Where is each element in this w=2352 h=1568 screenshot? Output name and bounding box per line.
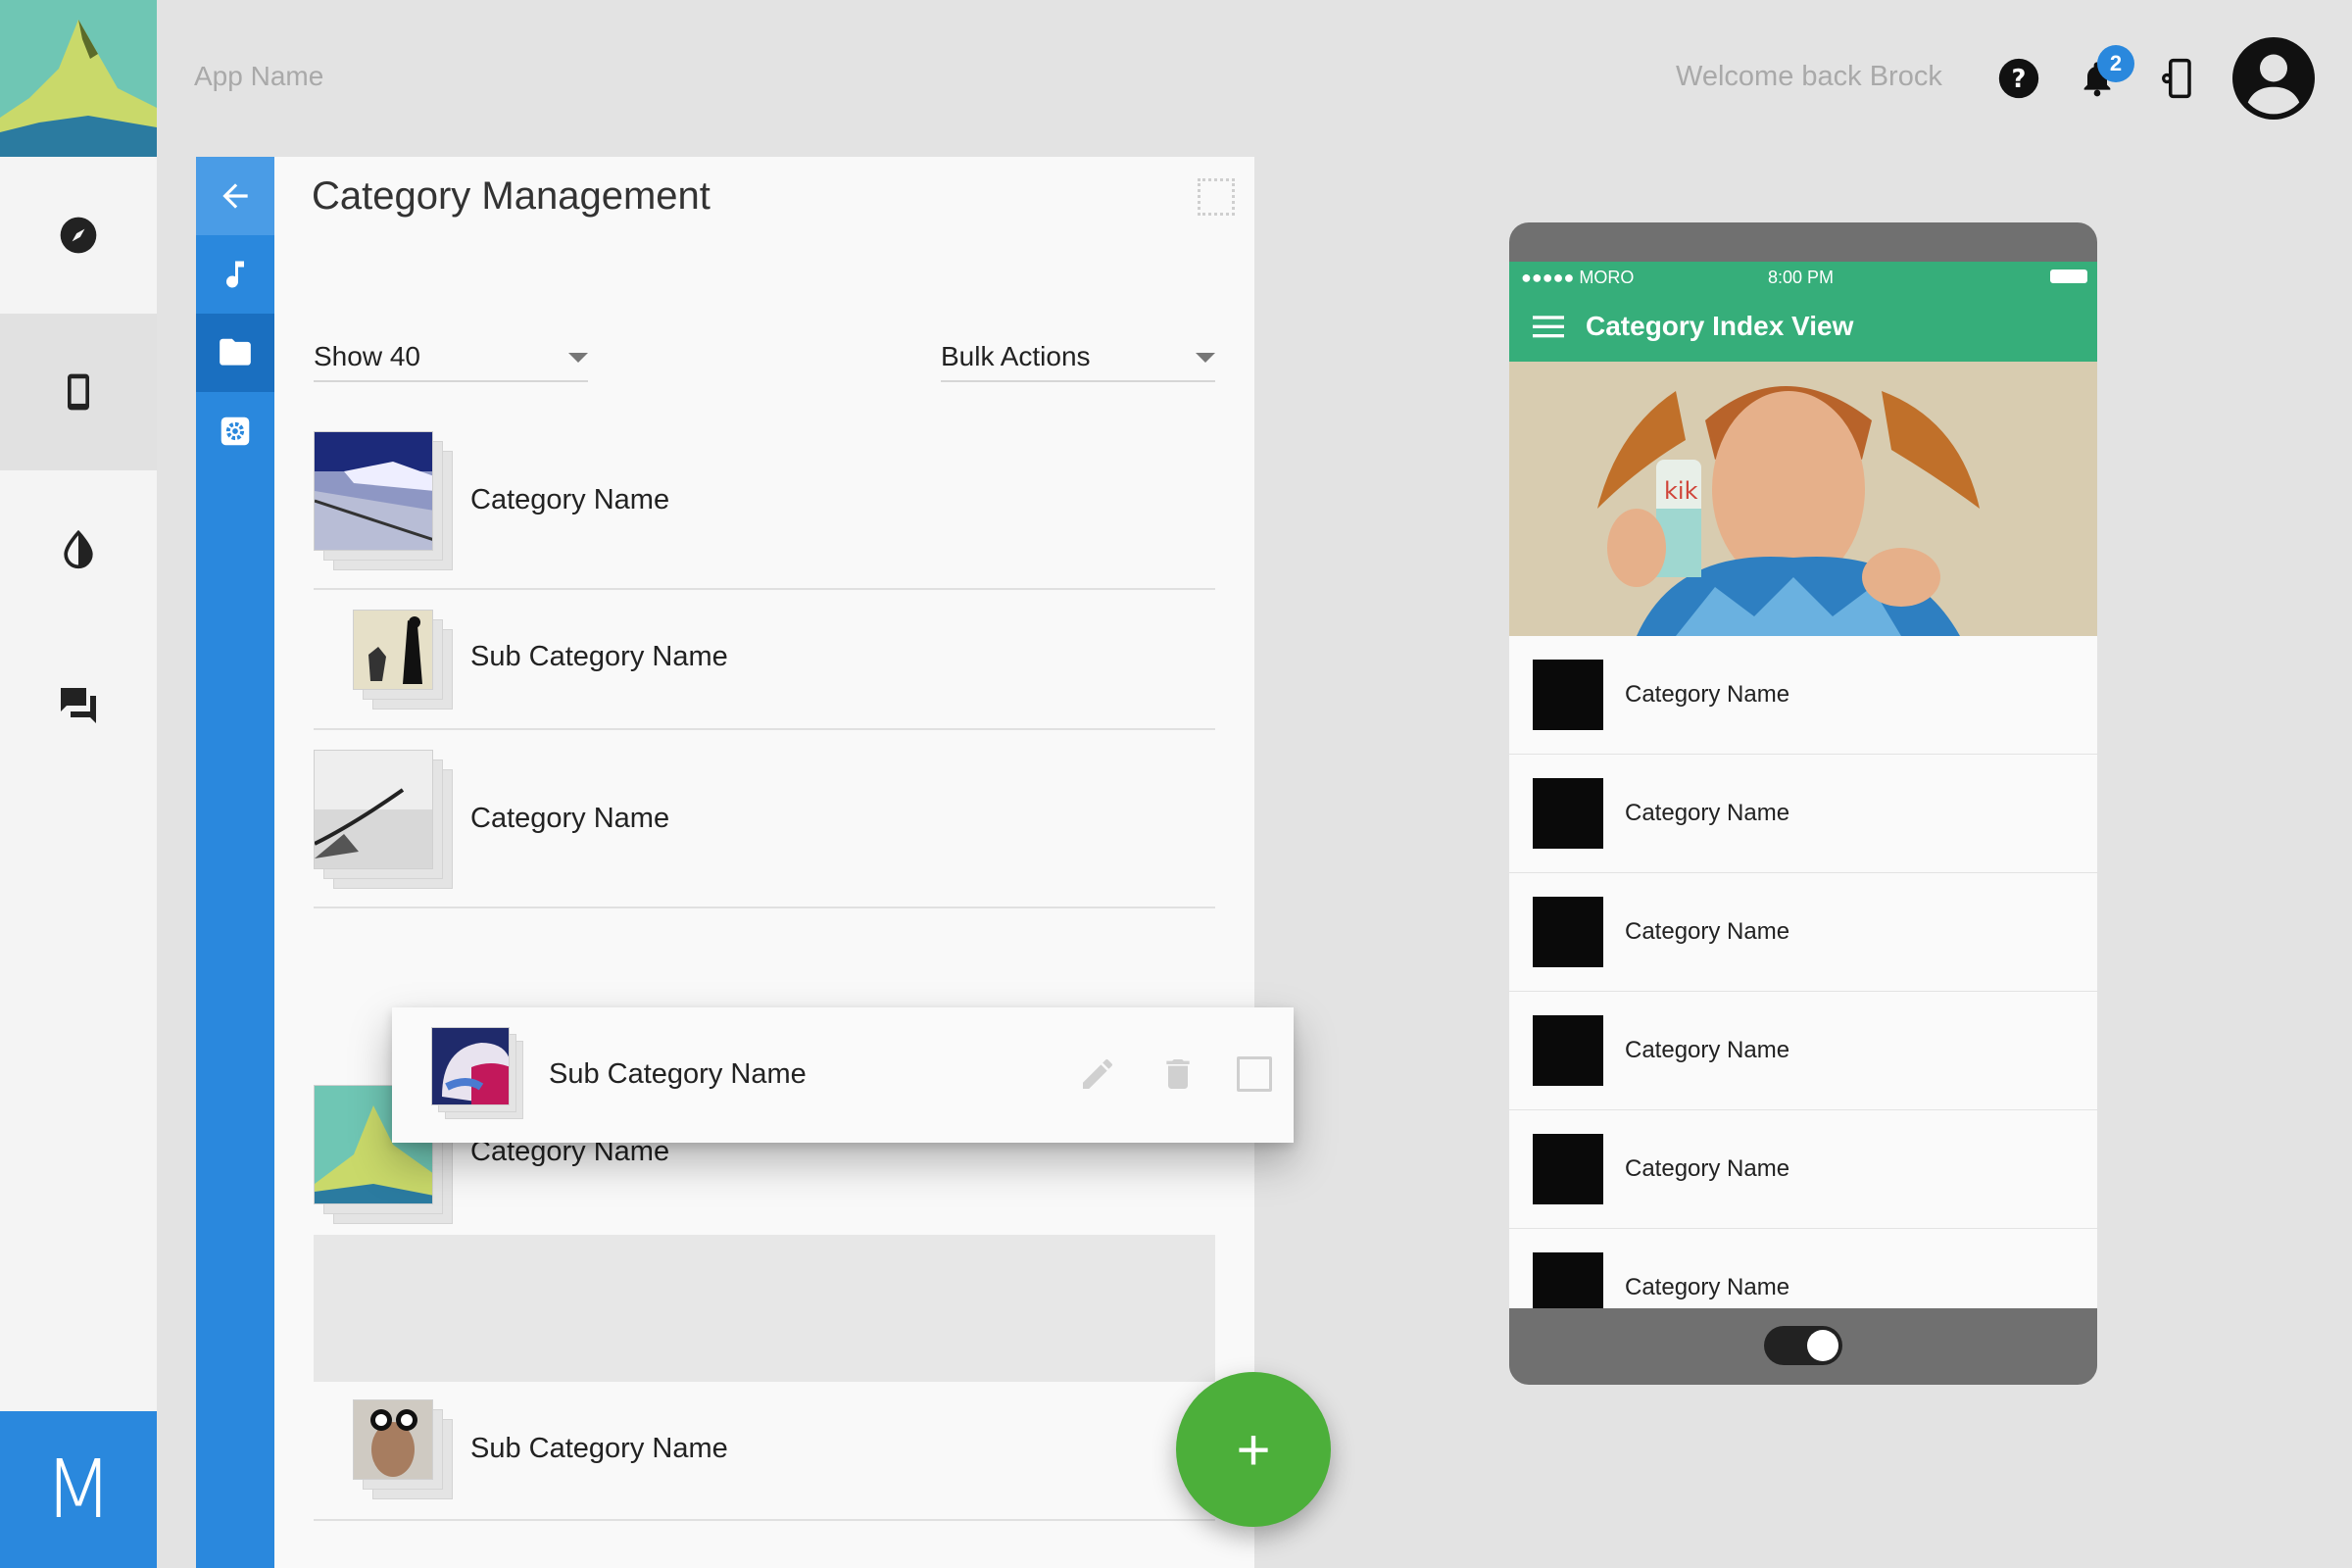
phone-preview: ●●●●● MORO 8:00 PM Category Index View k… — [1509, 222, 2097, 1385]
app-logo — [0, 0, 157, 157]
item-thumbnail — [1533, 1252, 1603, 1308]
item-thumbnail — [1533, 1134, 1603, 1204]
nav-categories[interactable] — [196, 314, 274, 392]
account-icon — [2232, 37, 2315, 120]
app-name: App Name — [194, 61, 324, 91]
phone-list-item[interactable]: Category Name — [1509, 1229, 2097, 1308]
welcome-message: Welcome back Brock — [1676, 61, 1942, 92]
drop-icon — [64, 529, 93, 569]
phone-app-bar: Category Index View — [1509, 291, 2097, 362]
trash-icon — [1166, 1059, 1190, 1089]
item-thumbnail — [1533, 897, 1603, 967]
bulk-actions-value: Bulk Actions — [941, 341, 1091, 371]
brand-mark: M — [0, 1411, 157, 1568]
user-avatar[interactable] — [2232, 37, 2315, 120]
pencil-icon — [1083, 1058, 1112, 1089]
subcategory-row[interactable]: Sub Category Name — [314, 590, 1215, 730]
row-label: Sub Category Name — [470, 1433, 728, 1464]
item-label: Category Name — [1625, 1155, 1790, 1182]
dragged-subcategory-row[interactable]: Sub Category Name — [392, 1007, 1294, 1143]
phone-category-list: Category Name Category Name Category Nam… — [1509, 636, 2097, 1308]
category-panel: Category Management Show 40 Bulk Actions… — [274, 157, 1254, 1568]
compass-icon — [60, 217, 97, 254]
main-rail: M — [0, 0, 157, 1568]
item-label: Category Name — [1625, 918, 1790, 945]
chevron-down-icon — [568, 353, 588, 363]
rail-item-explore[interactable] — [0, 157, 157, 314]
status-time: 8:00 PM — [1768, 268, 1835, 287]
chat-icon — [61, 688, 96, 723]
hamburger-menu-icon[interactable] — [1533, 313, 1564, 340]
item-label: Category Name — [1625, 1037, 1790, 1063]
phone-list-item[interactable]: Category Name — [1509, 873, 2097, 992]
settings-icon — [220, 416, 250, 446]
device-settings-button[interactable] — [2152, 55, 2199, 102]
back-button[interactable] — [196, 157, 274, 235]
page-title: Category Management — [312, 174, 710, 218]
subcategory-thumbnail — [353, 1399, 433, 1480]
edit-button[interactable] — [1078, 1054, 1117, 1094]
drag-card-label: Sub Category Name — [549, 1058, 807, 1090]
section-nav — [196, 157, 274, 1568]
item-thumbnail — [1533, 1015, 1603, 1086]
back-arrow-icon — [222, 183, 248, 209]
svg-text:kik: kik — [1664, 477, 1698, 505]
expand-icon[interactable] — [1198, 178, 1235, 216]
chevron-down-icon — [1196, 353, 1215, 363]
subcategory-thumbnail — [431, 1027, 510, 1105]
carrier-label: ●●●●● MORO — [1521, 268, 1635, 287]
subcategory-row[interactable]: Sub Category Name — [314, 1382, 1215, 1521]
item-label: Category Name — [1625, 1274, 1790, 1300]
category-row[interactable]: Category Name — [314, 431, 1215, 590]
row-label: Category Name — [470, 484, 670, 515]
rail-item-theme[interactable] — [0, 470, 157, 627]
select-checkbox[interactable] — [1237, 1056, 1272, 1092]
preview-toggle[interactable] — [1764, 1326, 1842, 1365]
category-thumbnail — [314, 431, 433, 551]
add-category-button[interactable]: + — [1176, 1372, 1331, 1527]
item-label: Category Name — [1625, 681, 1790, 708]
music-note-icon — [226, 261, 244, 288]
row-label: Category Name — [470, 803, 670, 834]
folder-icon — [220, 338, 251, 366]
status-bar: ●●●●● MORO 8:00 PM — [1509, 262, 2097, 291]
item-thumbnail — [1533, 660, 1603, 730]
notification-badge: 2 — [2097, 45, 2134, 82]
battery-icon — [2050, 270, 2087, 283]
nav-music[interactable] — [196, 235, 274, 314]
category-row[interactable]: Category Name — [314, 730, 1215, 908]
phone-list-item[interactable]: Category Name — [1509, 992, 2097, 1110]
nav-settings[interactable] — [196, 392, 274, 470]
subcategory-thumbnail — [353, 610, 433, 690]
drop-placeholder — [314, 1235, 1215, 1382]
row-label: Sub Category Name — [470, 641, 728, 672]
item-thumbnail — [1533, 778, 1603, 849]
toggle-knob — [1807, 1330, 1838, 1361]
rail-item-messages[interactable] — [0, 627, 157, 784]
phone-list-item[interactable]: Category Name — [1509, 636, 2097, 755]
phone-list-item[interactable]: Category Name — [1509, 755, 2097, 873]
phone-device-icon — [68, 373, 89, 411]
help-button[interactable]: ? — [1995, 55, 2042, 102]
phone-title: Category Index View — [1586, 311, 1854, 341]
show-count-value: Show 40 — [314, 341, 420, 371]
category-thumbnail — [314, 750, 433, 869]
device-settings-icon — [2162, 58, 2191, 99]
delete-button[interactable] — [1158, 1054, 1198, 1094]
item-label: Category Name — [1625, 800, 1790, 826]
show-count-select[interactable]: Show 40 — [314, 333, 588, 382]
phone-list-item[interactable]: Category Name — [1509, 1110, 2097, 1229]
hero-image: kik — [1509, 362, 2097, 636]
phone-screen: ●●●●● MORO 8:00 PM Category Index View k… — [1509, 262, 2097, 1308]
bulk-actions-select[interactable]: Bulk Actions — [941, 333, 1215, 382]
help-icon: ? — [1998, 58, 2039, 99]
rail-item-devices[interactable] — [0, 314, 157, 470]
svg-text:?: ? — [2012, 65, 2027, 94]
